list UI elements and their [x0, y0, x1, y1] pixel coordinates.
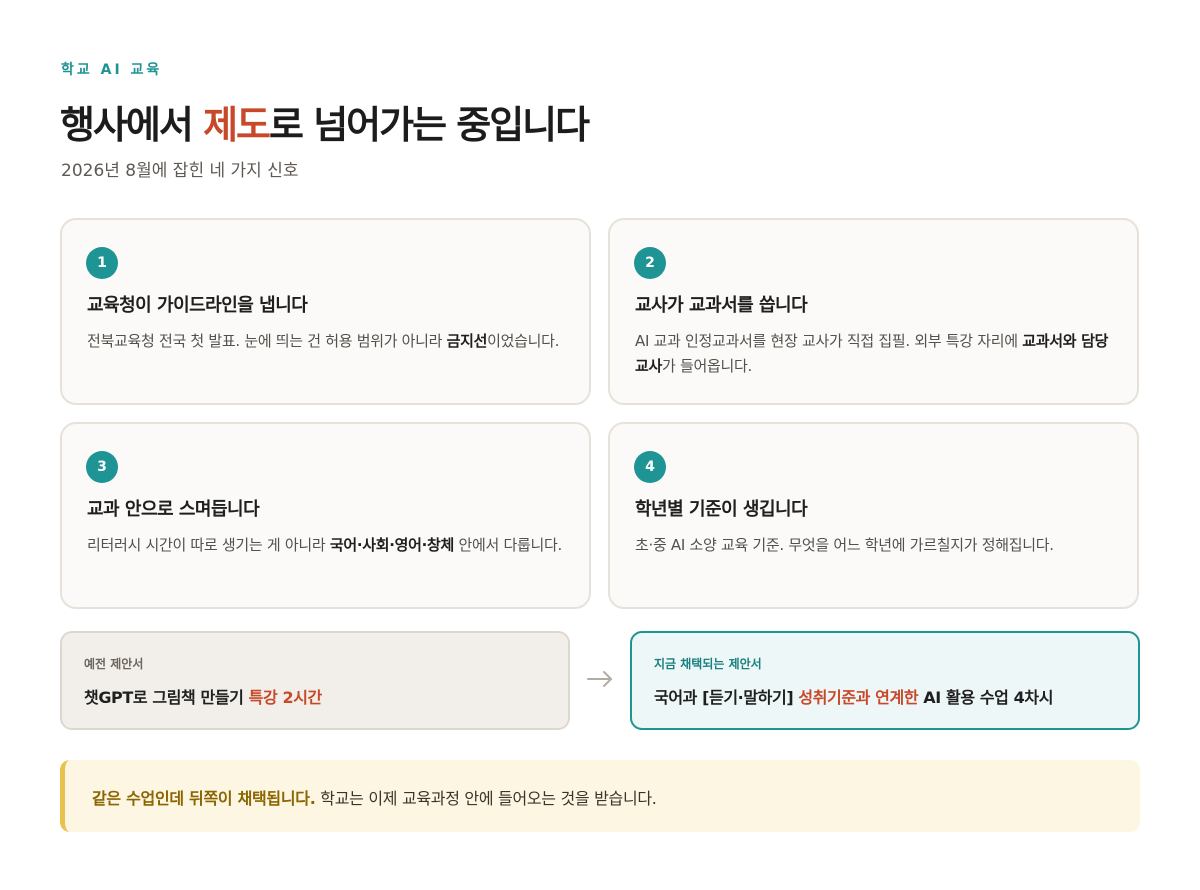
card-body-text: 초·중 AI 소양 교육 기준. 무엇을 어느 학년에 가르칠지가 정해집니다.	[635, 536, 1054, 554]
old-proposal-label: 예전 제안서	[84, 657, 144, 671]
title-accent: 제도	[203, 103, 271, 147]
card-title: 학년별 기준이 생깁니다	[635, 499, 808, 520]
arrow-right-icon	[585, 664, 615, 694]
signal-card-4: 4 학년별 기준이 생깁니다 초·중 AI 소양 교육 기준. 무엇을 어느 학…	[608, 422, 1139, 609]
card-number-badge: 3	[86, 451, 118, 483]
page-title: 행사에서 제도로 넘어가는 중입니다	[60, 94, 590, 149]
card-number-badge: 2	[634, 247, 666, 279]
new-proposal-text: 국어과 [듣기·말하기] 성취기준과 연계한 AI 활용 수업 4차시	[654, 684, 1053, 708]
card-body-text-end: 안에서 다룹니다.	[454, 536, 562, 554]
slide: 학교 AI 교육 행사에서 제도로 넘어가는 중입니다 2026년 8월에 잡힌…	[0, 0, 1200, 890]
callout-emphasis: 같은 수업인데 뒤쪽이 채택됩니다.	[92, 789, 316, 808]
card-body-text-end: 이었습니다.	[487, 332, 560, 350]
card-number-badge: 4	[634, 451, 666, 483]
card-title: 교과 안으로 스며듭니다	[87, 499, 260, 520]
signal-card-3: 3 교과 안으로 스며듭니다 리터러시 시간이 따로 생기는 게 아니라 국어·…	[60, 422, 591, 609]
title-part-after: 로 넘어가는 중입니다	[269, 103, 590, 147]
old-proposal-box: 예전 제안서 챗GPT로 그림책 만들기 특강 2시간	[60, 631, 570, 730]
card-body: 초·중 AI 소양 교육 기준. 무엇을 어느 학년에 가르칠지가 정해집니다.	[635, 533, 1115, 558]
card-body-text: 전북교육청 전국 첫 발표. 눈에 띄는 건 허용 범위가 아니라	[87, 332, 447, 350]
new-proposal-text-main: 국어과 [듣기·말하기]	[654, 688, 799, 707]
card-body-emphasis: 국어·사회·영어·창체	[329, 536, 455, 554]
callout-text: 같은 수업인데 뒤쪽이 채택됩니다. 학교는 이제 교육과정 안에 들어오는 것…	[92, 785, 657, 809]
page-subtitle: 2026년 8월에 잡힌 네 가지 신호	[61, 161, 299, 181]
card-body: 전북교육청 전국 첫 발표. 눈에 띄는 건 허용 범위가 아니라 금지선이었습…	[87, 329, 567, 354]
card-number-badge: 1	[86, 247, 118, 279]
title-part-before: 행사에서	[60, 103, 204, 147]
card-title: 교육청이 가이드라인을 냅니다	[87, 295, 308, 316]
card-body-text: 리터러시 시간이 따로 생기는 게 아니라	[87, 536, 330, 554]
card-body: AI 교과 인정교과서를 현장 교사가 직접 집필. 외부 특강 자리에 교과서…	[635, 329, 1115, 379]
signal-card-1: 1 교육청이 가이드라인을 냅니다 전북교육청 전국 첫 발표. 눈에 띄는 건…	[60, 218, 591, 405]
eyebrow-label: 학교 AI 교육	[61, 62, 163, 78]
old-proposal-text: 챗GPT로 그림책 만들기 특강 2시간	[84, 684, 322, 708]
card-body-text-end: 가 들어옵니다.	[662, 357, 752, 375]
new-proposal-text-end: AI 활용 수업 4차시	[918, 688, 1054, 707]
old-proposal-text-main: 챗GPT로 그림책 만들기	[84, 688, 249, 707]
card-body: 리터러시 시간이 따로 생기는 게 아니라 국어·사회·영어·창체 안에서 다룹…	[87, 533, 567, 558]
signal-card-2: 2 교사가 교과서를 씁니다 AI 교과 인정교과서를 현장 교사가 직접 집필…	[608, 218, 1139, 405]
callout-body: 학교는 이제 교육과정 안에 들어오는 것을 받습니다.	[315, 789, 657, 808]
new-proposal-highlight: 성취기준과 연계한	[798, 688, 919, 707]
new-proposal-label: 지금 채택되는 제안서	[654, 657, 762, 671]
card-title: 교사가 교과서를 씁니다	[635, 295, 808, 316]
old-proposal-highlight: 특강 2시간	[248, 688, 323, 707]
card-body-text: AI 교과 인정교과서를 현장 교사가 직접 집필. 외부 특강 자리에	[635, 332, 1023, 350]
conclusion-callout: 같은 수업인데 뒤쪽이 채택됩니다. 학교는 이제 교육과정 안에 들어오는 것…	[60, 760, 1140, 832]
arrow-right-icon-svg	[587, 671, 612, 687]
new-proposal-box: 지금 채택되는 제안서 국어과 [듣기·말하기] 성취기준과 연계한 AI 활용…	[630, 631, 1140, 730]
card-body-emphasis: 금지선	[446, 332, 488, 350]
